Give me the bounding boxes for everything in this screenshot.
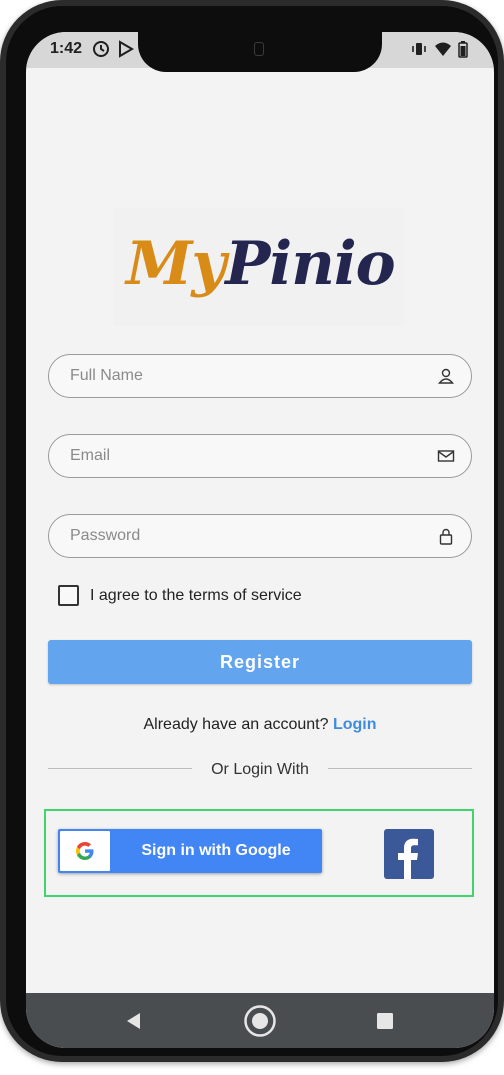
- google-icon-container: [60, 831, 110, 871]
- mail-icon: [437, 447, 455, 470]
- person-icon: [437, 367, 455, 390]
- login-prompt-text: Already have an account?: [143, 716, 333, 733]
- login-link[interactable]: Login: [333, 716, 377, 733]
- full-name-placeholder: Full Name: [70, 367, 143, 384]
- google-sign-in-button[interactable]: Sign in with Google: [58, 829, 322, 873]
- phone-frame: 1:42 MyPinio Full Name Email Password I …: [0, 0, 504, 1062]
- battery-icon: [458, 40, 468, 63]
- recents-icon[interactable]: [376, 1012, 394, 1035]
- or-login-with-label: Or Login With: [211, 761, 309, 778]
- facebook-icon: [384, 829, 434, 884]
- status-time: 1:42: [50, 40, 83, 57]
- navigation-bar: [26, 993, 494, 1048]
- login-prompt: Already have an account? Login: [26, 716, 494, 734]
- back-icon[interactable]: [124, 1011, 142, 1036]
- terms-checkbox[interactable]: [58, 585, 79, 606]
- password-field[interactable]: Password: [48, 514, 472, 558]
- wifi-icon: [434, 40, 452, 63]
- home-icon[interactable]: [243, 1004, 277, 1043]
- divider-right: [328, 768, 472, 769]
- logo-part-my: My: [126, 229, 226, 299]
- logo-part-pinio: Pinio: [225, 229, 395, 299]
- camera-icon: [254, 42, 264, 56]
- google-icon: [75, 841, 95, 866]
- camera-notch: [138, 32, 382, 72]
- vibrate-icon: [410, 40, 428, 63]
- google-sign-in-label: Sign in with Google: [141, 842, 291, 859]
- password-placeholder: Password: [70, 527, 141, 544]
- alarm-icon: [92, 40, 110, 63]
- play-store-icon: [118, 40, 134, 63]
- status-bar: 1:42: [26, 32, 494, 72]
- screen: 1:42 MyPinio Full Name Email Password I …: [26, 32, 494, 1048]
- lock-icon: [437, 527, 455, 550]
- terms-label: I agree to the terms of service: [90, 587, 302, 604]
- email-placeholder: Email: [70, 447, 111, 464]
- email-field[interactable]: Email: [48, 434, 472, 478]
- app-logo: MyPinio: [126, 224, 396, 304]
- full-name-field[interactable]: Full Name: [48, 354, 472, 398]
- register-button[interactable]: Register: [48, 640, 472, 684]
- facebook-login-button[interactable]: [384, 829, 434, 879]
- phone-bezel: 1:42 MyPinio Full Name Email Password I …: [6, 6, 498, 1056]
